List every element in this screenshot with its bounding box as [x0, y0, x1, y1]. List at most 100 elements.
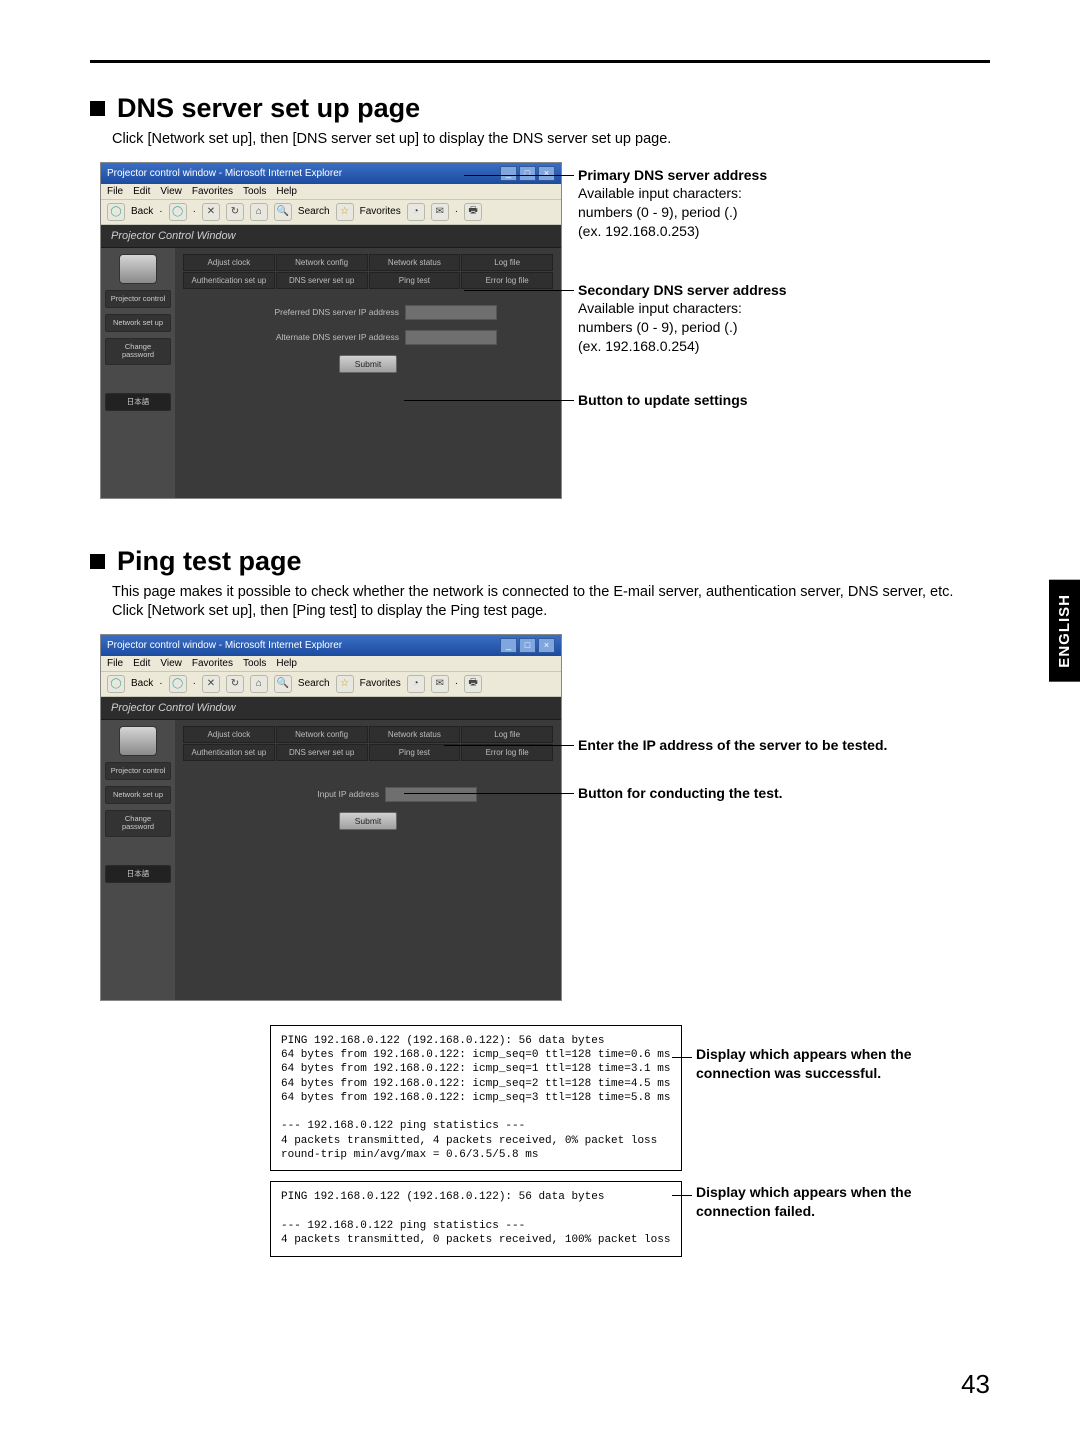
tab-ping-test[interactable]: Ping test — [369, 272, 461, 289]
menu-tools[interactable]: Tools — [243, 658, 266, 669]
tab-network-config[interactable]: Network config — [276, 254, 368, 271]
section2-caption: This page makes it possible to check whe… — [112, 583, 990, 622]
tab-adjust-clock[interactable]: Adjust clock — [183, 254, 275, 271]
dns-alternate-input[interactable] — [405, 330, 497, 345]
tab-log-file[interactable]: Log file — [461, 254, 553, 271]
callout-ip-address: Enter the IP address of the server to be… — [578, 736, 887, 755]
tab-error-log[interactable]: Error log file — [461, 272, 553, 289]
history-icon[interactable]: ◔ — [407, 203, 425, 221]
menu-help[interactable]: Help — [276, 658, 297, 669]
favorites-icon[interactable]: ☆ — [336, 675, 354, 693]
tab-dns-setup[interactable]: DNS server set up — [276, 272, 368, 289]
window-buttons: _ □ × — [500, 166, 555, 181]
tab-auth-setup[interactable]: Authentication set up — [183, 744, 275, 761]
nav-projector-control[interactable]: Projector control — [105, 290, 171, 308]
stop-icon[interactable]: ✕ — [202, 675, 220, 693]
refresh-icon[interactable]: ↻ — [226, 675, 244, 693]
tab-row-2: Authentication set up DNS server set up … — [183, 744, 553, 761]
dns-submit-button[interactable]: Submit — [339, 355, 397, 373]
callout-secondary-head: Secondary DNS server address — [578, 281, 787, 300]
callout-primary-l2: numbers (0 - 9), period (.) — [578, 203, 767, 222]
menu-favorites[interactable]: Favorites — [192, 186, 233, 197]
back-icon[interactable]: ◯ — [107, 203, 125, 221]
mail-icon[interactable]: ✉ — [431, 203, 449, 221]
ping-ip-input[interactable] — [385, 787, 477, 802]
nav-change-password[interactable]: Change password — [105, 810, 171, 837]
projector-header: Projector Control Window — [101, 225, 561, 248]
callout-test-btn-head: Button for conducting the test. — [578, 784, 783, 803]
close-icon[interactable]: × — [538, 638, 555, 653]
ping-field-ip: Input IP address — [259, 787, 477, 802]
refresh-icon[interactable]: ↻ — [226, 203, 244, 221]
back-icon[interactable]: ◯ — [107, 675, 125, 693]
nav-change-password[interactable]: Change password — [105, 338, 171, 365]
tab-adjust-clock[interactable]: Adjust clock — [183, 726, 275, 743]
leader-line — [404, 793, 574, 794]
section2-caption-line1: This page makes it possible to check whe… — [112, 584, 953, 600]
search-label: Search — [298, 206, 330, 217]
top-rule — [90, 60, 990, 63]
nav-japanese[interactable]: 日本語 — [105, 393, 171, 411]
menu-help[interactable]: Help — [276, 186, 297, 197]
menu-edit[interactable]: Edit — [133, 658, 150, 669]
callout-update-button: Button to update settings — [578, 391, 748, 410]
app-body: Projector control Network set up Change … — [101, 248, 561, 498]
tab-error-log[interactable]: Error log file — [461, 744, 553, 761]
tab-network-status[interactable]: Network status — [369, 254, 461, 271]
nav-projector-control[interactable]: Projector control — [105, 762, 171, 780]
close-icon[interactable]: × — [538, 166, 555, 181]
home-icon[interactable]: ⌂ — [250, 675, 268, 693]
dns-browser-window: Projector control window - Microsoft Int… — [100, 162, 562, 499]
tab-network-status[interactable]: Network status — [369, 726, 461, 743]
ping-result-boxes: PING 192.168.0.122 (192.168.0.122): 56 d… — [270, 1025, 682, 1257]
leader-line — [672, 1195, 692, 1196]
menu-file[interactable]: File — [107, 658, 123, 669]
browser-toolbar: ◯ Back · ◯ · ✕ ↻ ⌂ 🔍 Search ☆ Favorites … — [101, 671, 561, 697]
tab-row-2: Authentication set up DNS server set up … — [183, 272, 553, 289]
tab-dns-setup[interactable]: DNS server set up — [276, 744, 368, 761]
menu-file[interactable]: File — [107, 186, 123, 197]
ping-submit-button[interactable]: Submit — [339, 812, 397, 830]
favorites-label: Favorites — [360, 678, 401, 689]
menu-tools[interactable]: Tools — [243, 186, 266, 197]
tab-ping-test[interactable]: Ping test — [369, 744, 461, 761]
language-side-tab: ENGLISH — [1049, 580, 1080, 682]
search-icon[interactable]: 🔍 — [274, 675, 292, 693]
forward-icon[interactable]: ◯ — [169, 203, 187, 221]
menu-edit[interactable]: Edit — [133, 186, 150, 197]
callout-primary-l3: (ex. 192.168.0.253) — [578, 222, 767, 241]
forward-icon[interactable]: ◯ — [169, 675, 187, 693]
print-icon[interactable]: 🖶 — [464, 203, 482, 221]
ping-result-callouts: Display which appears when the connectio… — [692, 1025, 990, 1255]
nav-japanese[interactable]: 日本語 — [105, 865, 171, 883]
menu-favorites[interactable]: Favorites — [192, 658, 233, 669]
dns-field-alternate: Alternate DNS server IP address — [239, 330, 497, 345]
tab-network-config[interactable]: Network config — [276, 726, 368, 743]
favorites-icon[interactable]: ☆ — [336, 203, 354, 221]
menu-view[interactable]: View — [160, 186, 182, 197]
nav-network-setup[interactable]: Network set up — [105, 314, 171, 332]
minimize-icon[interactable]: _ — [500, 638, 517, 653]
callout-secondary-dns: Secondary DNS server address Available i… — [578, 281, 787, 357]
search-icon[interactable]: 🔍 — [274, 203, 292, 221]
print-icon[interactable]: 🖶 — [464, 675, 482, 693]
tab-log-file[interactable]: Log file — [461, 726, 553, 743]
section2-caption-line2: Click [Network set up], then [Ping test]… — [112, 603, 547, 619]
minimize-icon[interactable]: _ — [500, 166, 517, 181]
mail-icon[interactable]: ✉ — [431, 675, 449, 693]
window-buttons: _ □ × — [500, 638, 555, 653]
maximize-icon[interactable]: □ — [519, 638, 536, 653]
nav-network-setup[interactable]: Network set up — [105, 786, 171, 804]
dns-preferred-input[interactable] — [405, 305, 497, 320]
right-pane: Adjust clock Network config Network stat… — [175, 720, 561, 1000]
projector-logo-icon — [119, 726, 157, 756]
menu-view[interactable]: View — [160, 658, 182, 669]
history-icon[interactable]: ◔ — [407, 675, 425, 693]
maximize-icon[interactable]: □ — [519, 166, 536, 181]
leader-line — [444, 745, 574, 746]
separator: · — [159, 678, 162, 689]
ping-success-output: PING 192.168.0.122 (192.168.0.122): 56 d… — [270, 1025, 682, 1172]
tab-auth-setup[interactable]: Authentication set up — [183, 272, 275, 289]
home-icon[interactable]: ⌂ — [250, 203, 268, 221]
stop-icon[interactable]: ✕ — [202, 203, 220, 221]
